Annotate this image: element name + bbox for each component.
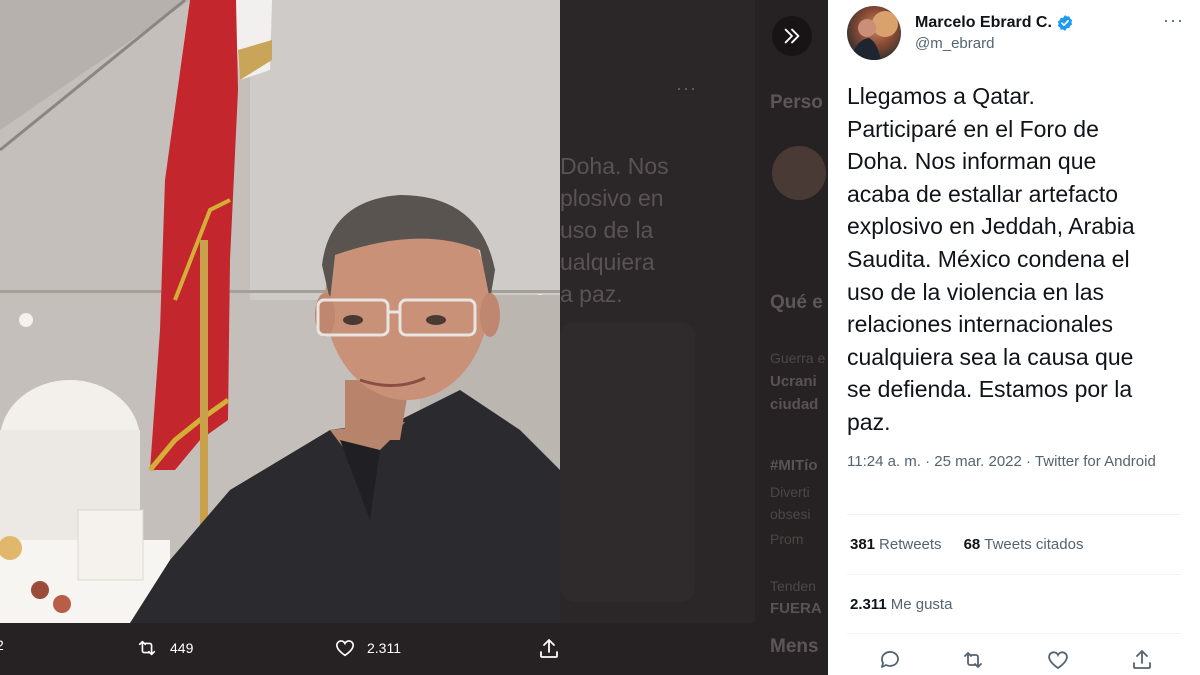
avatar[interactable] (847, 6, 901, 60)
divider (847, 514, 1181, 515)
retweet-icon (138, 640, 156, 656)
bg-trend1-title-b: ciudad (770, 396, 819, 413)
tweet-date[interactable]: 25 mar. 2022 (934, 453, 1022, 470)
stats-row: 381 Retweets 68 Tweets citados (850, 536, 1083, 553)
photo-reply-count[interactable]: 2 (0, 637, 4, 653)
photo-action-bar: 2 449 2.311 (0, 623, 828, 675)
reply-icon (881, 651, 899, 668)
photo-retweet-button[interactable]: 449 (134, 637, 193, 659)
tweet-time[interactable]: 11:24 a. m. (847, 453, 921, 470)
bg-trend2-promo: Prom (770, 531, 804, 547)
bg-media-card (560, 322, 695, 602)
double-chevron-right-icon (784, 28, 800, 44)
photo-illustration (0, 0, 560, 623)
divider (847, 633, 1181, 634)
tweet-actions (828, 648, 1200, 675)
reply-button[interactable] (878, 648, 902, 675)
retweets-stat[interactable]: 381 Retweets (850, 536, 942, 553)
like-button[interactable] (1046, 648, 1070, 675)
author-handle[interactable]: @m_ebrard (915, 35, 1074, 52)
meta-separator: · (1026, 453, 1032, 470)
likes-stat[interactable]: 2.311 Me gusta (850, 596, 952, 613)
tweet-timestamp: 11:24 a. m. · 25 mar. 2022 · Twitter for… (847, 450, 1157, 473)
bg-more-icon: ··· (676, 78, 697, 98)
bg-trend1-title-a: Ucrani (770, 373, 817, 390)
verified-badge-icon (1057, 15, 1073, 31)
bg-trend2-desc-a: Diverti (770, 484, 810, 500)
share-icon (540, 639, 558, 658)
bg-heading-messages: Mens (770, 636, 819, 657)
bg-tweet-fragment: Doha. Nos plosivo en uso de la ualquiera… (560, 153, 669, 307)
retweet-button[interactable] (960, 648, 986, 675)
author-name[interactable]: Marcelo Ebrard C. (915, 14, 1074, 32)
tweet-photo[interactable] (0, 0, 560, 623)
heart-icon (335, 640, 355, 657)
author-block[interactable]: Marcelo Ebrard C. @m_ebrard (847, 6, 1074, 60)
expand-button[interactable] (772, 16, 812, 56)
photo-share-button[interactable] (537, 637, 571, 661)
more-options-icon[interactable]: ··· (1163, 10, 1184, 31)
tweet-source[interactable]: Twitter for Android (1035, 453, 1156, 470)
bg-trend2-desc-b: obsesi (770, 506, 811, 522)
photo-like-button[interactable]: 2.311 (333, 637, 401, 659)
bg-trend3-title: FUERA (770, 600, 822, 617)
meta-separator: · (925, 453, 931, 470)
share-button[interactable] (1130, 648, 1154, 675)
retweet-icon (964, 652, 982, 668)
divider (847, 574, 1181, 575)
tweet-text: Llegamos a Qatar. Participaré en el Foro… (847, 83, 1135, 435)
tweet-detail-panel: Marcelo Ebrard C. @m_ebrard ··· Llegamos… (828, 0, 1200, 675)
quotes-stat[interactable]: 68 Tweets citados (964, 536, 1084, 553)
bg-avatar (772, 146, 826, 200)
bg-heading-people: Perso (770, 92, 823, 113)
heart-icon (1048, 651, 1068, 670)
share-icon (1133, 650, 1151, 669)
bg-heading-trends: Qué e (770, 292, 823, 313)
bg-trend1-context: Guerra e (770, 350, 826, 366)
bg-trend3-context: Tenden (770, 578, 816, 594)
bg-trend2-title: #MITío (770, 457, 818, 474)
likes-row: 2.311 Me gusta (850, 596, 952, 613)
avatar-image (851, 11, 898, 60)
